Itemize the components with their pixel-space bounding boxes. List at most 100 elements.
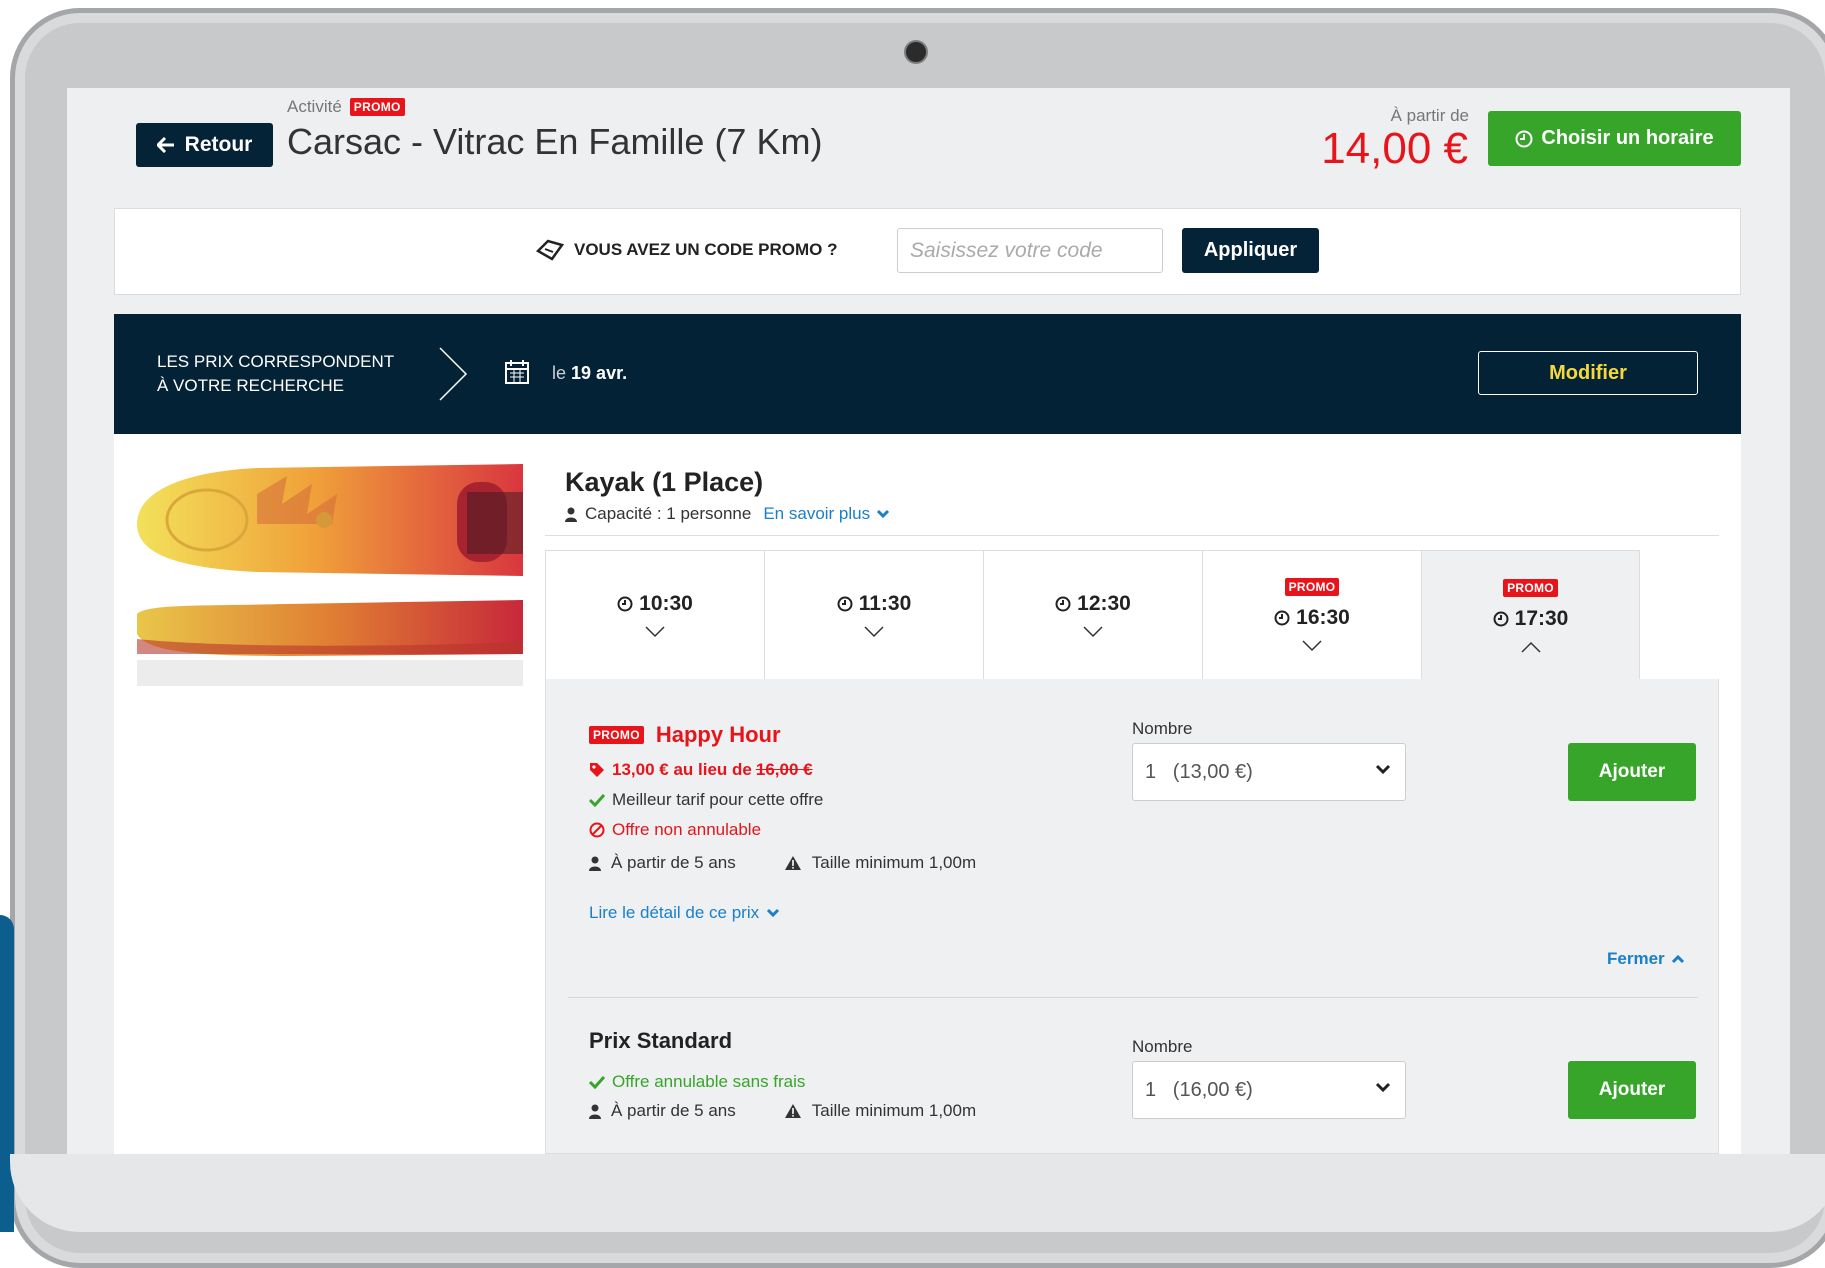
old-price: 16,00 € xyxy=(755,760,813,779)
time-slot-tab[interactable]: 10:30 xyxy=(545,550,764,680)
chevron-up-icon xyxy=(1520,641,1541,653)
promo-badge: PROMO xyxy=(1284,578,1340,596)
best-rate-row: Meilleur tarif pour cette offre xyxy=(589,790,823,810)
ban-icon xyxy=(589,822,605,838)
promo-code-input[interactable] xyxy=(897,228,1163,273)
laptop-bezel-bottom xyxy=(10,1154,1825,1232)
background-decoration xyxy=(0,915,14,1232)
chevron-up-icon xyxy=(1671,954,1684,964)
chevron-down-icon xyxy=(1083,626,1103,638)
warning-icon xyxy=(784,856,801,870)
clock-icon xyxy=(617,596,633,612)
min-height-text: Taille minimum 1,00m xyxy=(811,853,977,872)
close-link[interactable]: Fermer xyxy=(1607,949,1685,969)
clock-icon xyxy=(1274,610,1290,626)
back-button-label: Retour xyxy=(184,133,253,156)
promo-price-row: 13,00 € au lieu de 16,00 € xyxy=(589,760,813,780)
non-cancellable-row: Offre non annulable xyxy=(589,820,761,840)
chevron-right-icon xyxy=(439,347,468,401)
activity-text: Activité xyxy=(287,97,342,116)
search-summary-bar: LES PRIX CORRESPONDENT À VOTRE RECHERCHE… xyxy=(114,314,1741,434)
time-slot-label: 10:30 xyxy=(639,592,693,615)
choose-schedule-button[interactable]: Choisir un horaire xyxy=(1488,111,1741,166)
capacity-row: Capacité : 1 personne En savoir plus xyxy=(565,504,890,524)
from-price: 14,00 € xyxy=(1321,124,1468,173)
time-slot-time: 17:30 xyxy=(1493,606,1569,631)
non-cancellable-text: Offre non annulable xyxy=(612,820,762,839)
user-icon xyxy=(565,507,577,522)
offer-name: Prix Standard xyxy=(589,1028,733,1053)
offers-panel: PROMO Happy Hour 13,00 € au lieu de 16,0… xyxy=(545,679,1719,1154)
cancellable-text: Offre annulable sans frais xyxy=(612,1072,806,1091)
best-rate-text: Meilleur tarif pour cette offre xyxy=(612,790,824,809)
time-slot-time: 16:30 xyxy=(1274,606,1350,630)
promo-question: VOUS AVEZ UN CODE PROMO ? xyxy=(536,239,838,261)
time-slot-time: 11:30 xyxy=(837,592,912,616)
chevron-down-icon xyxy=(645,626,665,638)
promo-price-text: 13,00 € au lieu de xyxy=(612,760,752,779)
calendar-icon xyxy=(505,360,529,384)
screen: Retour Activité PROMO Carsac - Vitrac En… xyxy=(67,88,1790,1154)
date-value: 19 avr. xyxy=(571,363,628,383)
time-slot-label: 17:30 xyxy=(1514,606,1569,630)
clock-icon xyxy=(1493,611,1509,626)
offer-name: Happy Hour xyxy=(655,722,781,747)
product-content: Kayak (1 Place) Capacité : 1 personne En… xyxy=(114,434,1741,1154)
learn-more-link[interactable]: En savoir plus xyxy=(763,504,890,524)
check-icon xyxy=(589,793,605,807)
promo-badge: PROMO xyxy=(349,98,405,116)
quantity-label: Nombre xyxy=(1132,719,1193,738)
clock-icon xyxy=(1055,596,1071,612)
quantity-select-value: 1 (13,00 €) xyxy=(1145,760,1253,783)
age-text: À partir de 5 ans xyxy=(611,853,736,872)
chevron-down-icon xyxy=(1375,764,1391,775)
offer-title: PROMO Happy Hour xyxy=(589,722,781,748)
add-button[interactable]: Ajouter xyxy=(1568,1061,1696,1119)
kayak-image xyxy=(137,464,523,686)
camera-icon xyxy=(904,40,928,64)
chevron-down-icon xyxy=(767,908,780,918)
back-button[interactable]: Retour xyxy=(136,123,273,167)
prices-match-line1: LES PRIX CORRESPONDENT xyxy=(157,352,395,371)
time-slot-tab-active[interactable]: PROMO 17:30 xyxy=(1421,550,1640,680)
divider xyxy=(545,535,1719,536)
time-slot-tab[interactable]: 11:30 xyxy=(764,550,983,680)
clock-icon xyxy=(837,596,853,612)
requirements-row: À partir de 5 ans Taille minimum 1,00m xyxy=(589,1101,976,1121)
time-slot-time: 12:30 xyxy=(1055,592,1131,616)
search-date: le 19 avr. xyxy=(552,363,627,384)
promo-code-row: VOUS AVEZ UN CODE PROMO ? Appliquer xyxy=(114,208,1741,295)
min-height-text: Taille minimum 1,00m xyxy=(811,1101,977,1120)
product-title: Kayak (1 Place) xyxy=(565,467,764,497)
time-slot-tab[interactable]: 12:30 xyxy=(983,550,1202,680)
header: Retour Activité PROMO Carsac - Vitrac En… xyxy=(67,88,1790,208)
activity-label: Activité PROMO xyxy=(287,97,405,117)
warning-icon xyxy=(784,1104,801,1118)
modify-button[interactable]: Modifier xyxy=(1478,351,1698,395)
time-slot-tabs: 10:30 11:30 12:30 PROMO 16:30 PROMO 17:3… xyxy=(545,550,1640,680)
time-slot-label: 16:30 xyxy=(1296,606,1350,629)
prices-match-text: LES PRIX CORRESPONDENT À VOTRE RECHERCHE xyxy=(157,350,394,398)
page-title: Carsac - Vitrac En Famille (7 Km) xyxy=(287,121,823,162)
from-price-label: À partir de xyxy=(1390,106,1469,125)
cancellable-row: Offre annulable sans frais xyxy=(589,1072,805,1092)
quantity-select[interactable]: 1 (13,00 €) xyxy=(1132,743,1406,801)
promo-badge: PROMO xyxy=(589,726,644,744)
promo-badge: PROMO xyxy=(1503,578,1558,597)
learn-more-label: En savoir plus xyxy=(763,504,871,523)
apply-button[interactable]: Appliquer xyxy=(1182,228,1319,273)
price-details-link[interactable]: Lire le détail de ce prix xyxy=(589,903,780,923)
quantity-select[interactable]: 1 (16,00 €) xyxy=(1132,1061,1406,1119)
age-text: À partir de 5 ans xyxy=(611,1101,736,1120)
time-slot-label: 12:30 xyxy=(1077,592,1131,615)
quantity-select-value: 1 (16,00 €) xyxy=(1145,1078,1253,1101)
add-button[interactable]: Ajouter xyxy=(1568,743,1696,801)
chevron-down-icon xyxy=(864,626,884,638)
time-slot-label: 11:30 xyxy=(858,592,912,615)
time-slot-tab[interactable]: PROMO 16:30 xyxy=(1202,550,1421,680)
chevron-down-icon xyxy=(1375,1082,1391,1093)
chevron-down-icon xyxy=(877,509,890,519)
chevron-down-icon xyxy=(1302,640,1322,652)
prices-match-line2: À VOTRE RECHERCHE xyxy=(157,376,345,395)
user-icon xyxy=(589,856,601,871)
